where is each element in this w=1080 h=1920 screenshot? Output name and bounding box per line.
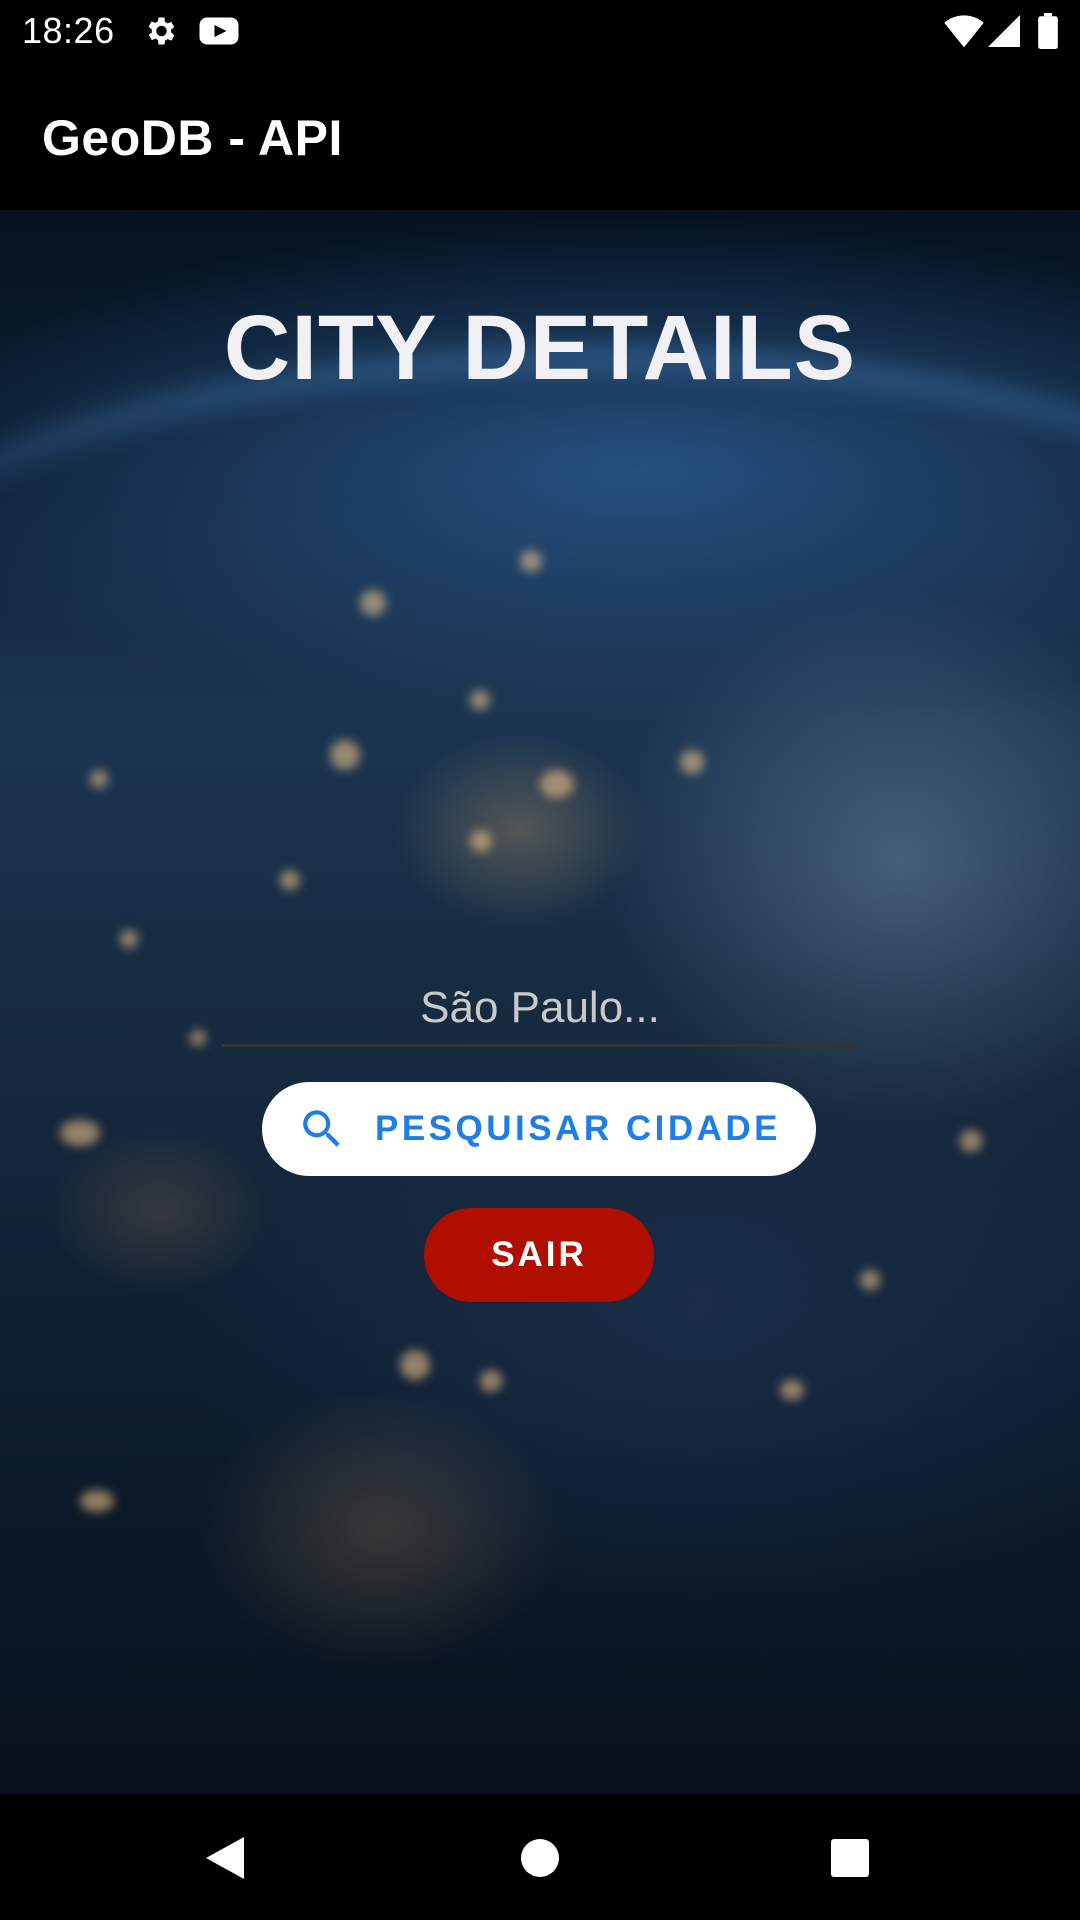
search-city-button[interactable]: PESQUISAR CIDADE — [262, 1082, 816, 1176]
wifi-icon — [944, 13, 984, 54]
battery-icon — [1038, 13, 1058, 54]
navigation-bar — [0, 1794, 1080, 1920]
status-time: 18:26 — [22, 10, 115, 51]
search-city-label: PESQUISAR CIDADE — [374, 1109, 782, 1148]
app-title: GeoDB - API — [42, 110, 343, 166]
recents-icon[interactable] — [830, 1838, 870, 1883]
earth-background — [0, 350, 1080, 968]
signal-icon — [988, 13, 1020, 54]
gear-icon — [142, 13, 178, 54]
exit-label: SAIR — [491, 1235, 587, 1274]
city-search-input[interactable] — [222, 972, 858, 1047]
search-icon — [297, 1104, 347, 1154]
youtube-icon — [198, 13, 240, 54]
app-bar: GeoDB - API — [0, 63, 1080, 210]
page-title: CITY DETAILS — [223, 297, 857, 399]
exit-button[interactable]: SAIR — [424, 1208, 654, 1302]
back-icon[interactable] — [204, 1835, 246, 1886]
status-bar: 18:26 — [0, 0, 1080, 63]
home-icon[interactable] — [520, 1838, 560, 1883]
